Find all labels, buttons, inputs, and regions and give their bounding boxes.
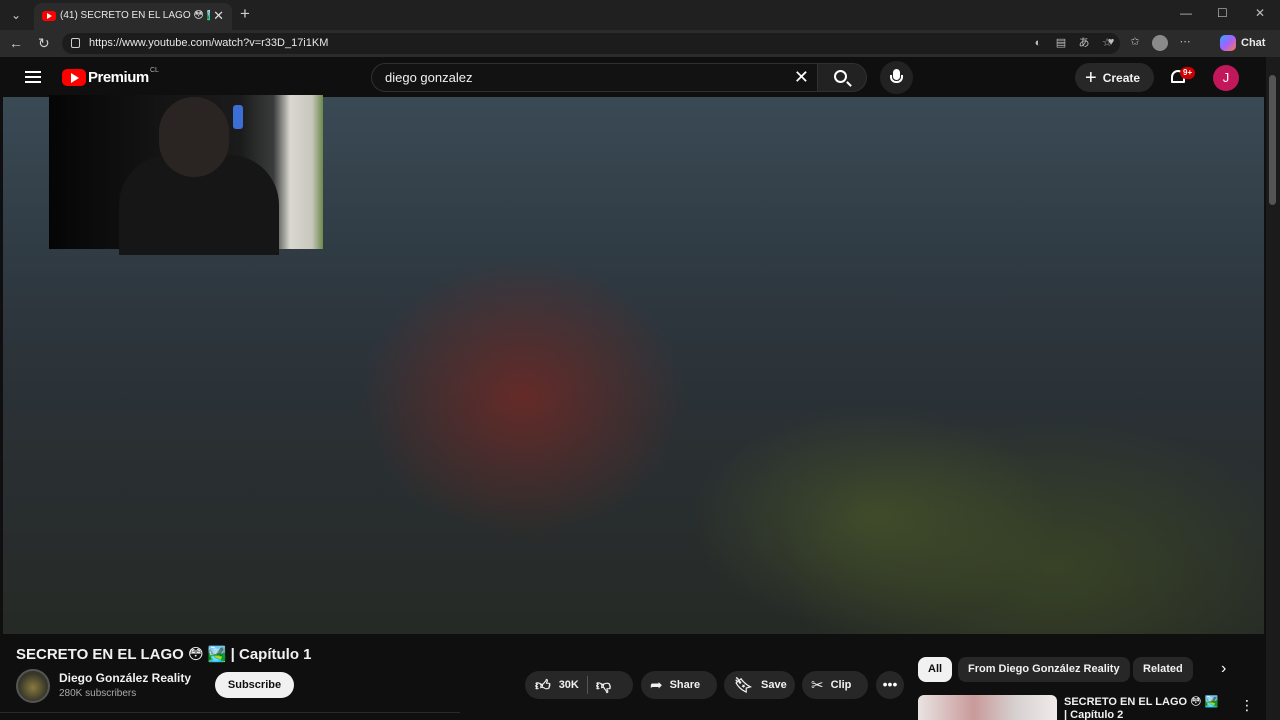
like-dislike-group: 👍︎ 30K 👎︎ (525, 671, 633, 699)
browser-address-bar: ← ↻ https://www.youtube.com/watch?v=r33D… (0, 30, 1280, 57)
share-button[interactable]: ➦ Share (641, 671, 717, 699)
more-actions-icon[interactable]: ••• (876, 671, 904, 699)
chip-from-channel[interactable]: From Diego González Reality (958, 657, 1130, 682)
url-field[interactable]: https://www.youtube.com/watch?v=r33D_17i… (62, 33, 1120, 54)
tracking-prevention-icon[interactable]: ◐ (1031, 36, 1045, 50)
settings-more-icon[interactable]: ⋯ (1178, 35, 1192, 49)
channel-avatar[interactable] (16, 669, 50, 703)
window-close-icon[interactable]: ✕ (1255, 6, 1265, 20)
favorites-icon[interactable]: ✩ (1128, 35, 1142, 49)
translate-icon[interactable]: あ (1077, 36, 1091, 50)
search-input[interactable]: diego gonzalez (385, 70, 472, 85)
youtube-masthead: Premium CL diego gonzalez ✕ + Create 9+ … (0, 57, 1266, 97)
browser-tab-bar: ⌄ (41) SECRETO EN EL LAGO 😳 🏞️ | Capítul… (0, 0, 1280, 30)
page-scrollbar[interactable] (1266, 57, 1280, 720)
clip-button[interactable]: ✂ Clip (802, 671, 868, 699)
tab-close-icon[interactable]: ✕ (213, 8, 224, 24)
browser-essentials-icon[interactable]: ♥ (1104, 35, 1118, 49)
share-arrow-icon: ➦ (650, 676, 663, 694)
webcam-person-head (159, 97, 229, 177)
like-button[interactable]: 👍︎ 30K (535, 678, 579, 693)
video-webcam-overlay (49, 95, 323, 255)
chip-all[interactable]: All (918, 657, 953, 682)
chip-related[interactable]: Related (1133, 657, 1193, 682)
premium-logo-text[interactable]: Premium (88, 69, 149, 86)
create-label: Create (1102, 70, 1141, 85)
microphone-icon (890, 69, 903, 83)
clear-search-icon[interactable]: ✕ (794, 67, 809, 88)
video-title: SECRETO EN EL LAGO 😳 🏞️ | Capítulo 1 (16, 646, 312, 663)
subscriber-count: 280K subscribers (59, 688, 137, 699)
reload-icon[interactable]: ↻ (38, 35, 50, 52)
immersive-reader-icon[interactable]: ▤ (1054, 36, 1068, 50)
chips-next-chevron-icon[interactable]: › (1221, 660, 1226, 678)
recommended-video-menu-icon[interactable]: ⋮ (1240, 697, 1254, 714)
channel-name[interactable]: Diego González Reality (59, 671, 191, 685)
webcam-headset (233, 105, 243, 129)
back-arrow-icon[interactable]: ← (9, 35, 23, 51)
youtube-logo-icon[interactable] (62, 69, 86, 86)
bookmark-icon: 🔖︎ (734, 676, 754, 694)
plus-icon: + (1085, 66, 1097, 89)
copilot-icon (1220, 35, 1236, 51)
like-divider (586, 676, 588, 694)
hamburger-menu-icon[interactable] (25, 71, 41, 83)
recommended-video-title[interactable]: SECRETO EN EL LAGO 😳 🏞️ | Capítulo 2 (1064, 696, 1224, 720)
save-label: Save (761, 679, 787, 691)
scissors-icon: ✂ (811, 676, 824, 694)
browser-toolbar-icons: ♥ ✩ ⋯ (1104, 35, 1192, 51)
minimize-icon[interactable]: — (1180, 6, 1192, 20)
browser-tab[interactable]: (41) SECRETO EN EL LAGO 😳 🏞️ | Capítulo … (34, 3, 232, 30)
maximize-icon[interactable]: ☐ (1217, 6, 1228, 20)
tab-list-chevron-icon[interactable]: ⌄ (6, 6, 26, 24)
dislike-button-icon[interactable]: 👎︎ (596, 678, 611, 693)
youtube-favicon-icon (42, 11, 56, 21)
save-button[interactable]: 🔖︎ Save (724, 671, 795, 699)
like-count: 30K (558, 679, 579, 691)
search-icon (834, 70, 847, 83)
share-label: Share (669, 679, 701, 691)
copilot-label: Chat (1241, 37, 1266, 49)
subscribe-button[interactable]: Subscribe (215, 672, 294, 698)
thumbs-up-icon: 👍︎ (535, 676, 551, 694)
site-info-lock-icon[interactable] (71, 38, 80, 48)
voice-search-button[interactable] (880, 61, 913, 94)
search-box[interactable]: diego gonzalez ✕ (371, 63, 818, 92)
browser-profile-icon[interactable] (1152, 35, 1168, 51)
url-text[interactable]: https://www.youtube.com/watch?v=r33D_17i… (89, 37, 328, 49)
search-button[interactable] (817, 63, 867, 92)
scrollbar-thumb[interactable] (1269, 75, 1276, 205)
copilot-chat-button[interactable]: Chat (1220, 33, 1274, 53)
country-code: CL (150, 67, 159, 74)
clip-label: Clip (830, 679, 852, 691)
comment-section-divider (0, 712, 460, 720)
recommended-video-thumbnail[interactable] (918, 695, 1057, 720)
create-button[interactable]: + Create (1075, 63, 1154, 92)
account-avatar[interactable]: J (1213, 65, 1239, 91)
new-tab-plus-icon[interactable]: + (240, 4, 250, 24)
notification-badge: 9+ (1180, 67, 1196, 79)
tab-title: (41) SECRETO EN EL LAGO 😳 🏞️ | Capítulo … (60, 10, 210, 21)
url-bar-actions: ◐ ▤ あ ☆ (1031, 36, 1114, 50)
